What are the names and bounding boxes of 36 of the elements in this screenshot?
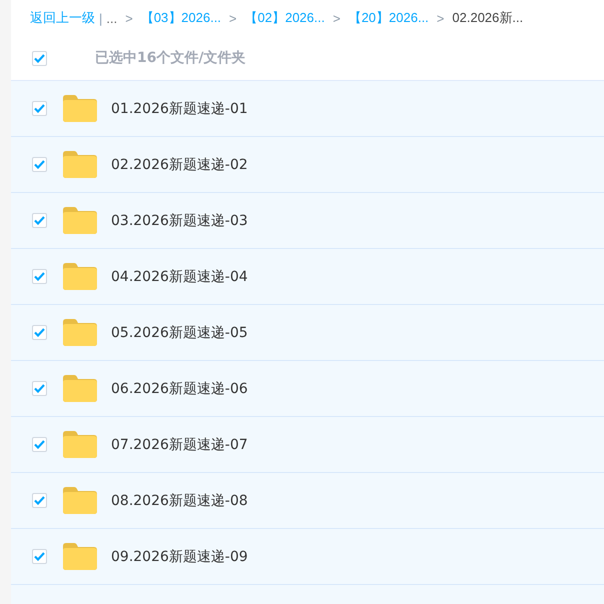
folder-icon <box>63 319 97 346</box>
folder-icon <box>63 543 97 570</box>
folder-name[interactable]: 02.2026新题速递-02 <box>111 156 248 174</box>
breadcrumb-separator: > <box>436 10 444 26</box>
folder-name[interactable]: 01.2026新题速递-01 <box>111 100 248 118</box>
row-checkbox[interactable] <box>32 269 47 284</box>
breadcrumb-separator: > <box>229 10 237 26</box>
folder-name[interactable]: 06.2026新题速递-06 <box>111 380 248 398</box>
folder-icon <box>63 151 97 178</box>
folder-icon <box>63 375 97 402</box>
row-checkbox[interactable] <box>32 213 47 228</box>
row-checkbox[interactable] <box>32 549 47 564</box>
folder-name[interactable]: 03.2026新题速递-03 <box>111 212 248 230</box>
folder-name[interactable]: 08.2026新题速递-08 <box>111 492 248 510</box>
breadcrumb-link[interactable]: 02.2026新... <box>452 9 524 27</box>
selection-count: 已选中16个文件/文件夹 <box>95 49 246 67</box>
breadcrumb-separator: > <box>332 10 340 26</box>
folder-name[interactable]: 09.2026新题速递-09 <box>111 548 248 566</box>
folder-icon <box>63 207 97 234</box>
folder-name[interactable]: 04.2026新题速递-04 <box>111 268 248 286</box>
row-checkbox[interactable] <box>32 157 47 172</box>
folder-icon <box>63 431 97 458</box>
select-all-checkbox[interactable] <box>32 50 47 66</box>
folder-name[interactable]: 07.2026新题速递-07 <box>111 436 248 454</box>
folder-name[interactable]: 05.2026新题速递-05 <box>111 324 248 342</box>
breadcrumb-ellipsis[interactable]: ... <box>106 10 118 26</box>
row-checkbox[interactable] <box>32 493 47 508</box>
breadcrumb-separator: > <box>125 10 133 26</box>
row-checkbox[interactable] <box>32 437 47 452</box>
folder-icon <box>63 487 97 514</box>
folder-icon <box>63 263 97 290</box>
folder-icon <box>63 95 97 122</box>
row-checkbox[interactable] <box>32 381 47 396</box>
row-checkbox[interactable] <box>32 101 47 116</box>
row-checkbox[interactable] <box>32 325 47 340</box>
separator: | <box>99 10 102 26</box>
